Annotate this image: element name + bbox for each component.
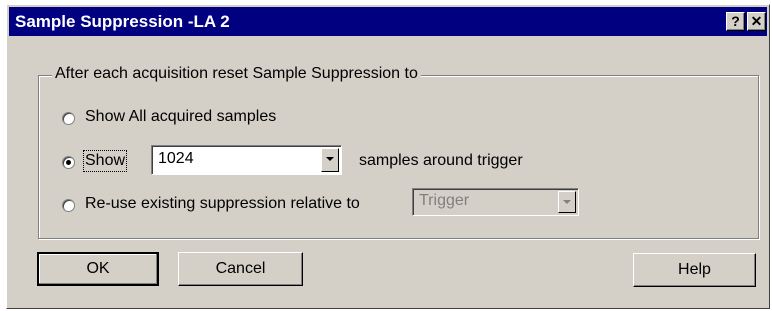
reuse-label[interactable]: Re-use existing suppression relative to (85, 195, 360, 213)
show-radio[interactable] (62, 156, 75, 169)
reuse-radio[interactable] (62, 199, 75, 212)
sample-count-value: 1024 (158, 150, 194, 167)
samples-around-trigger-label: samples around trigger (359, 152, 523, 169)
sample-suppression-dialog: Sample Suppression -LA 2 ? ✕ After each … (6, 4, 770, 309)
chevron-down-icon (558, 191, 576, 213)
cancel-button[interactable]: Cancel (178, 252, 303, 286)
show-all-radio[interactable] (62, 112, 75, 125)
relative-to-combo: Trigger (412, 188, 579, 216)
window-title: Sample Suppression -LA 2 (15, 12, 230, 31)
show-label[interactable]: Show (82, 150, 128, 172)
help-icon[interactable]: ? (726, 12, 745, 31)
sample-count-combo[interactable]: 1024 (151, 145, 342, 175)
title-bar: Sample Suppression -LA 2 ? ✕ (9, 7, 767, 36)
close-icon[interactable]: ✕ (747, 12, 766, 31)
relative-to-value: Trigger (419, 192, 470, 209)
show-all-label[interactable]: Show All acquired samples (85, 108, 276, 126)
help-button[interactable]: Help (633, 253, 756, 287)
group-legend: After each acquisition reset Sample Supp… (52, 65, 421, 83)
ok-button[interactable]: OK (37, 252, 159, 286)
chevron-down-icon[interactable] (321, 148, 339, 172)
